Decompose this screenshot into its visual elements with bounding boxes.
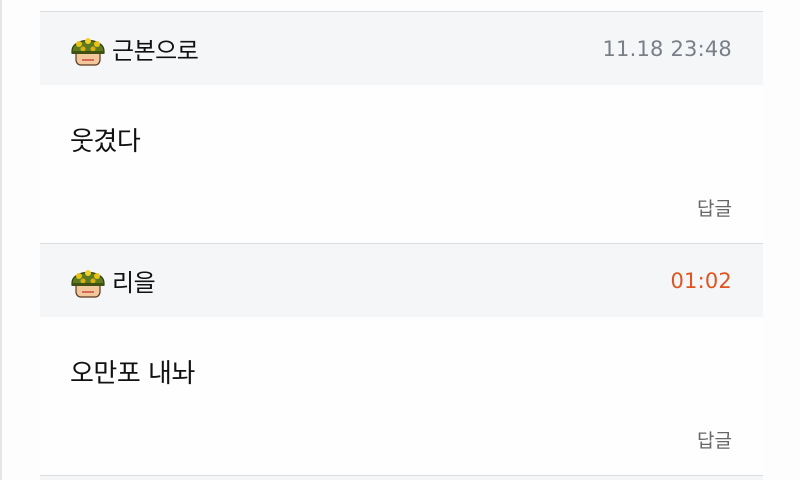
soldier-helmet-avatar-icon[interactable] (68, 261, 108, 301)
author-name[interactable]: 리을 (112, 263, 156, 298)
reply-button[interactable]: 답글 (697, 426, 732, 453)
next-comment-header-edge (40, 475, 763, 480)
comment-item: 리을 01:02 오만포 내놔 답글 (40, 243, 763, 475)
comment-text: 웃겼다 (70, 127, 141, 157)
comment-timestamp: 11.18 23:48 (602, 36, 732, 61)
comment-header: 리을 01:02 (40, 244, 763, 317)
comment-timestamp: 01:02 (670, 268, 732, 293)
reply-button[interactable]: 답글 (697, 194, 732, 221)
comment-text: 오만포 내놔 (70, 359, 195, 389)
comment-page: 근본으로 11.18 23:48 웃겼다 답글 리을 01:02 오만포 내놔 … (0, 0, 800, 480)
left-border (0, 0, 2, 480)
comment-item: 근본으로 11.18 23:48 웃겼다 답글 (40, 11, 763, 243)
comment-list: 근본으로 11.18 23:48 웃겼다 답글 리을 01:02 오만포 내놔 … (40, 11, 763, 480)
comment-body: 오만포 내놔 답글 (40, 317, 763, 475)
soldier-helmet-avatar-icon[interactable] (68, 29, 108, 69)
comment-body: 웃겼다 답글 (40, 85, 763, 243)
author-name[interactable]: 근본으로 (112, 31, 199, 66)
comment-header: 근본으로 11.18 23:48 (40, 12, 763, 85)
